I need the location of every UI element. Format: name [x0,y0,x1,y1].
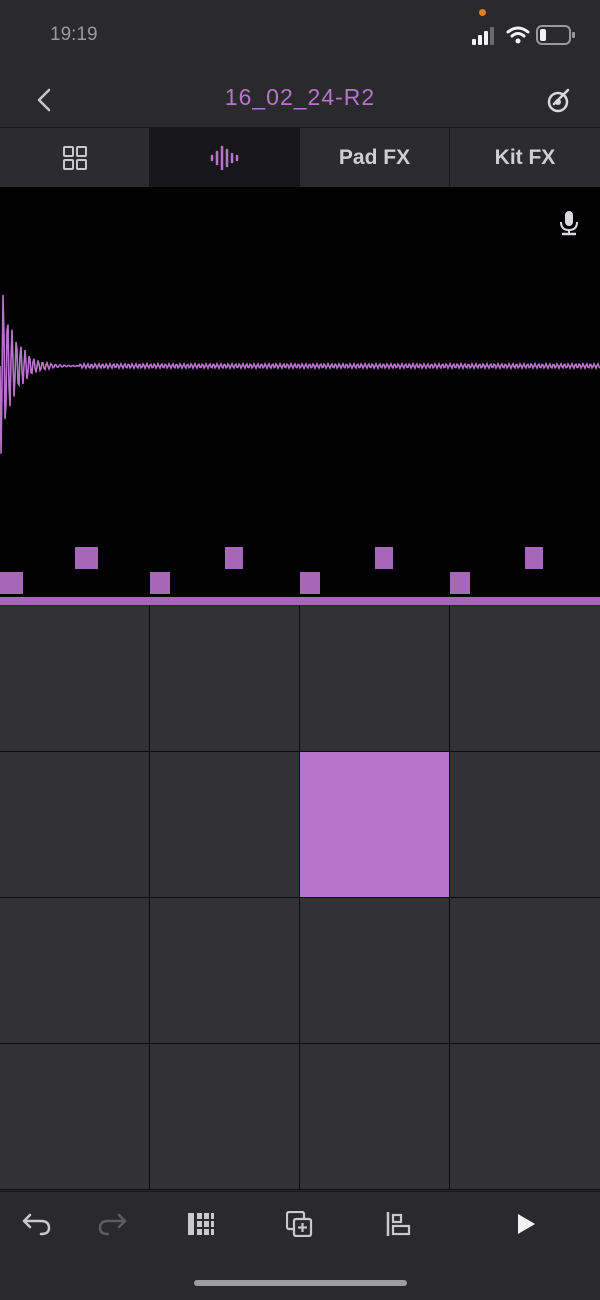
tab-kit-fx[interactable]: Kit FX [450,128,600,187]
pad-6[interactable] [150,752,299,897]
waveform-view[interactable] [0,187,600,597]
cellular-signal-icon [472,27,494,45]
step-marker [75,547,98,569]
pad-11[interactable] [300,898,449,1043]
waveform-display [0,294,600,594]
pad-12[interactable] [450,898,600,1043]
step-marker [300,572,320,594]
pad-3[interactable] [300,606,449,751]
record-button[interactable] [554,208,584,238]
battery-icon [536,25,575,45]
camera-indicator-icon [479,9,486,16]
undo-icon [22,1213,51,1236]
align-button[interactable] [379,1204,419,1244]
duplicate-icon [286,1211,313,1237]
status-time: 19:19 [50,24,98,45]
tab-grid[interactable] [0,128,150,187]
home-indicator [194,1280,407,1286]
pad-grid [0,606,600,1190]
grid-icon [62,145,87,170]
step-marker [450,572,470,594]
pad-5[interactable] [0,752,149,897]
play-button[interactable] [506,1204,546,1244]
step-sequencer-icon [188,1213,214,1235]
align-icon [386,1212,411,1236]
page-title: 16_02_24-R2 [224,84,376,110]
pad-14[interactable] [150,1044,299,1189]
pad-1[interactable] [0,606,149,751]
step-marker [225,547,243,569]
tuner-button[interactable] [538,80,578,120]
pad-4[interactable] [450,606,600,751]
tab-pad-fx[interactable]: Pad FX [300,128,450,187]
pad-7[interactable] [300,752,449,897]
step-marker [375,547,393,569]
playback-bar[interactable] [0,597,600,605]
redo-icon [98,1213,127,1236]
tuner-icon [547,88,570,113]
step-marker [150,572,170,594]
microphone-icon [560,211,578,236]
play-icon [518,1214,535,1234]
pad-9[interactable] [0,898,149,1043]
pad-16[interactable] [450,1044,600,1189]
wifi-icon [506,26,530,44]
pad-10[interactable] [150,898,299,1043]
undo-button[interactable] [17,1204,57,1244]
pad-8[interactable] [450,752,600,897]
waveform-icon [210,145,238,170]
pad-2[interactable] [150,606,299,751]
step-marker [525,547,543,569]
duplicate-button[interactable] [280,1204,320,1244]
step-sequencer-button[interactable] [181,1204,221,1244]
step-marker [0,572,23,594]
redo-button[interactable] [92,1204,132,1244]
tab-bar: Pad FX Kit FX [0,127,600,187]
pad-13[interactable] [0,1044,149,1189]
status-bar: 19:19 [0,0,600,72]
pad-15[interactable] [300,1044,449,1189]
tab-waveform[interactable] [150,128,300,187]
